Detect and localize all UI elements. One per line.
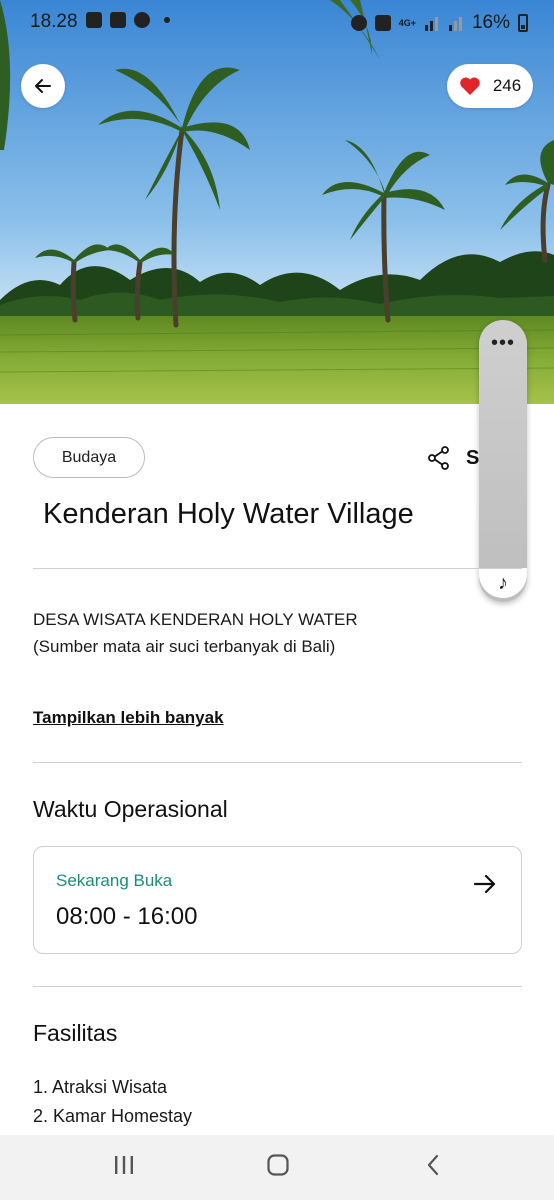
hero-image: [0, 0, 554, 404]
list-item: 1. Atraksi Wisata: [33, 1077, 168, 1097]
gallery-icon: [86, 12, 102, 28]
home-icon[interactable]: [266, 1153, 290, 1177]
section-heading-hours: Waktu Operasional: [33, 796, 228, 822]
divider: [33, 568, 522, 569]
more-horizontal-icon[interactable]: •••: [479, 332, 527, 355]
alarm-icon: [350, 15, 367, 31]
chrome-icon: [134, 12, 150, 28]
mute-icon: [374, 15, 391, 31]
opening-hours: 08:00 - 16:00: [56, 903, 198, 930]
hero-scene: [0, 0, 554, 404]
more-notifications-icon: [164, 17, 170, 23]
category-label: Budaya: [61, 448, 117, 466]
status-bar: 18.28 4G+ 16%: [0, 0, 554, 44]
hours-card[interactable]: Sekarang Buka 08:00 - 16:00: [33, 846, 522, 954]
network-type-label: 4G+: [398, 17, 416, 28]
likes-count: 246: [492, 76, 522, 95]
divider: [33, 762, 522, 763]
nav-back-icon[interactable]: [422, 1153, 446, 1177]
signal-icon: [424, 17, 438, 31]
notification-icons: [86, 12, 170, 28]
music-note-icon[interactable]: ♪: [479, 568, 527, 598]
recents-icon[interactable]: [112, 1153, 136, 1177]
heart-icon: [460, 77, 480, 95]
arrow-right-icon[interactable]: [473, 873, 497, 895]
status-time: 18.28: [30, 11, 78, 32]
system-icons: 4G+ 16%: [350, 12, 528, 34]
battery-percent: 16%: [471, 12, 510, 33]
description-line: (Sumber mata air suci terbanyak di Bali): [33, 637, 336, 656]
system-nav-bar: [0, 1135, 554, 1200]
list-item: 2. Kamar Homestay: [33, 1106, 193, 1126]
signal-icon-2: [448, 17, 462, 31]
open-status: Sekarang Buka: [56, 871, 173, 890]
section-heading-facilities: Fasilitas: [33, 1020, 118, 1046]
divider: [33, 986, 522, 987]
page-title: Kenderan Holy Water Village: [43, 498, 414, 530]
arrow-left-icon: [35, 79, 51, 93]
back-button[interactable]: [21, 64, 65, 108]
description-line: DESA WISATA KENDERAN HOLY WATER: [33, 610, 358, 629]
like-button[interactable]: 246: [447, 64, 533, 108]
store-icon: [110, 12, 126, 28]
battery-icon: [518, 14, 528, 32]
show-more-link[interactable]: Tampilkan lebih banyak: [33, 708, 224, 728]
share-label: S: [466, 446, 480, 469]
floating-panel[interactable]: ••• ♪: [479, 320, 527, 602]
share-button[interactable]: S: [428, 446, 479, 470]
share-icon: [428, 446, 449, 470]
facilities-list: 1. Atraksi Wisata 2. Kamar Homestay: [33, 1073, 192, 1131]
category-chip[interactable]: Budaya: [33, 437, 145, 478]
description: DESA WISATA KENDERAN HOLY WATER (Sumber …: [33, 606, 358, 660]
